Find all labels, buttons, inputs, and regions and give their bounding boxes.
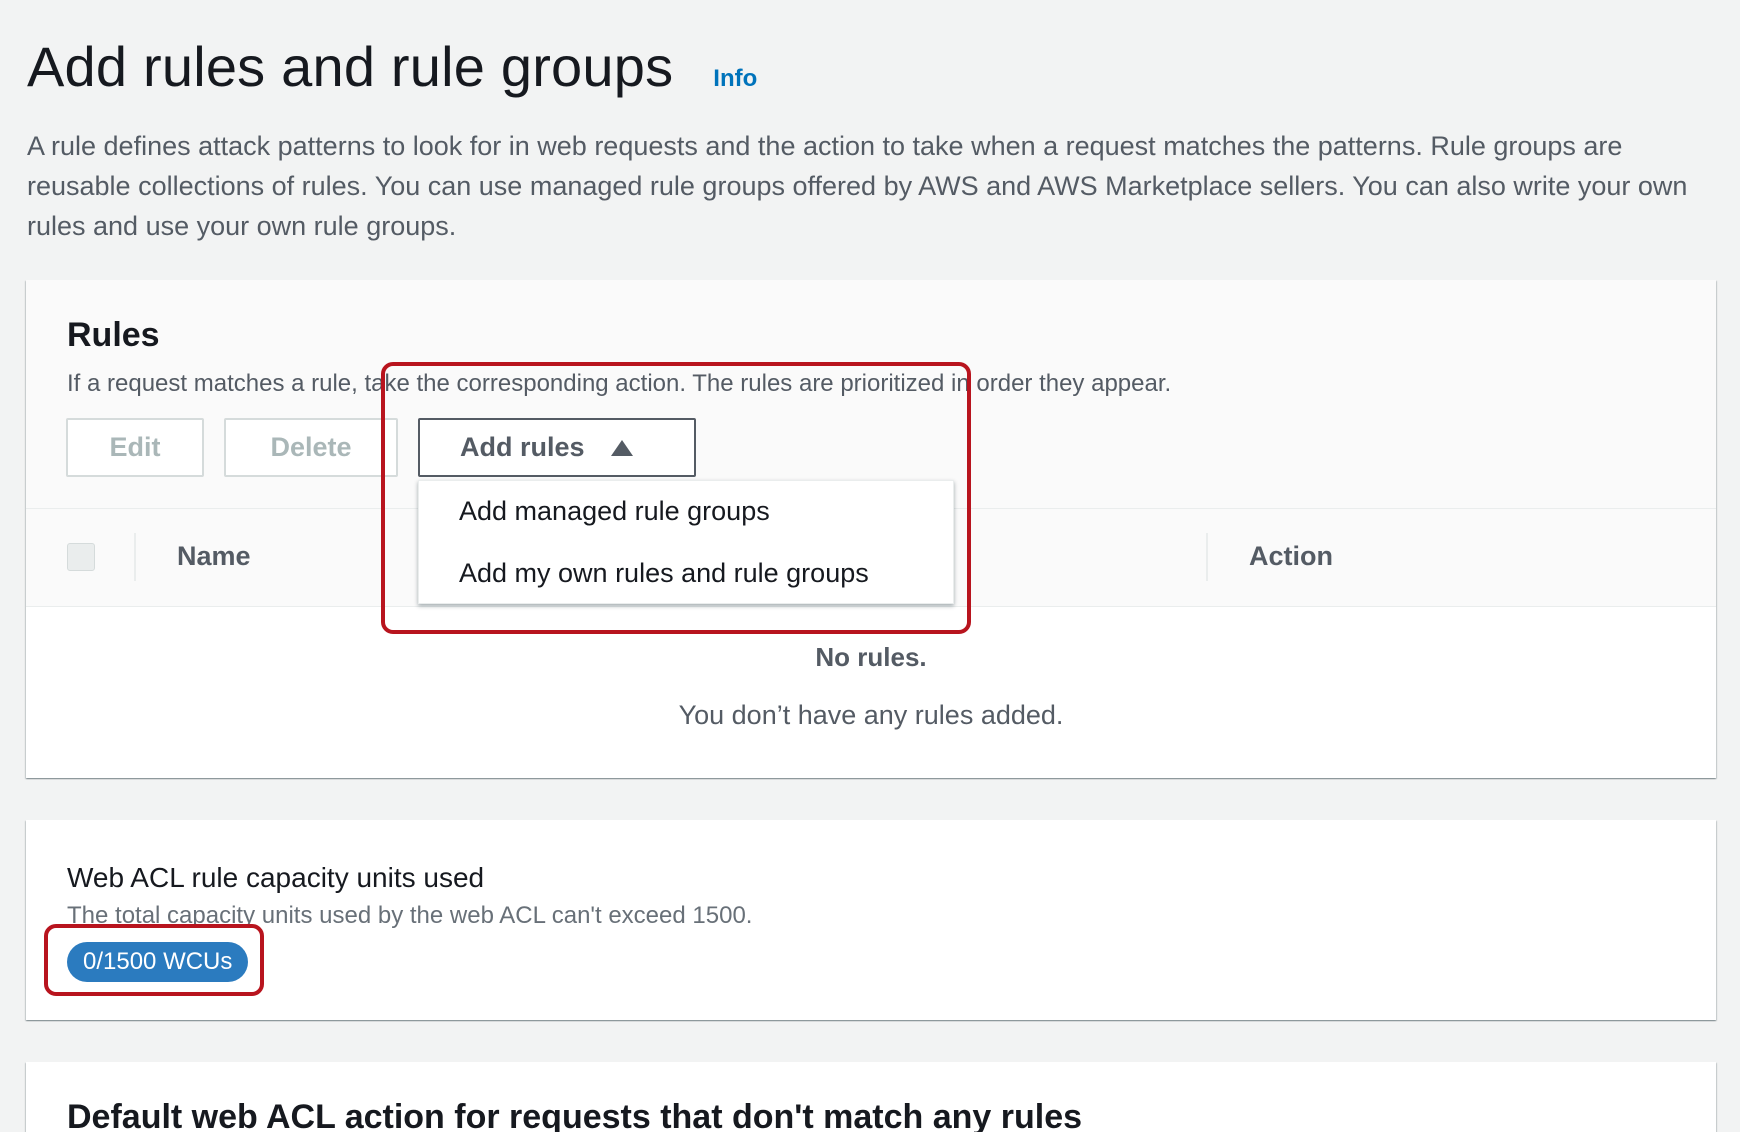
capacity-panel: Web ACL rule capacity units used The tot… [26, 820, 1716, 1020]
delete-button[interactable]: Delete [224, 418, 398, 477]
page-header: Add rules and rule groups Info [27, 34, 757, 99]
add-rules-button[interactable]: Add rules [418, 418, 696, 477]
capacity-title: Web ACL rule capacity units used [67, 862, 485, 893]
default-action-title: Default web ACL action for requests that… [67, 1098, 1083, 1132]
caret-up-icon [610, 439, 633, 456]
edit-button[interactable]: Edit [66, 418, 204, 477]
capacity-description: The total capacity units used by the web… [67, 902, 753, 929]
column-header-action[interactable]: Action [1249, 541, 1333, 572]
info-link[interactable]: Info [713, 65, 757, 93]
page-description: A rule defines attack patterns to look f… [27, 131, 1688, 241]
rules-panel-header: Rules If a request matches a rule, take … [26, 280, 1716, 604]
column-header-name[interactable]: Name [177, 541, 251, 572]
empty-state-description: You don’t have any rules added. [678, 700, 1064, 730]
add-rules-label: Add rules [460, 432, 585, 462]
add-rules-menu: Add managed rule groups Add my own rules… [418, 480, 954, 604]
column-divider [1206, 533, 1208, 581]
rules-panel: Rules If a request matches a rule, take … [26, 280, 1716, 778]
default-action-panel: Default web ACL action for requests that… [26, 1062, 1716, 1132]
select-all-checkbox[interactable] [67, 543, 95, 571]
page-title: Add rules and rule groups [27, 35, 674, 98]
wcu-badge: 0/1500 WCUs [67, 942, 249, 982]
column-divider [134, 533, 136, 581]
rules-description: If a request matches a rule, take the co… [67, 370, 1172, 397]
menu-item-add-own-rules[interactable]: Add my own rules and rule groups [459, 558, 869, 589]
rules-title: Rules [67, 316, 160, 354]
empty-state-title: No rules. [815, 642, 927, 672]
menu-item-add-managed-rule-groups[interactable]: Add managed rule groups [459, 496, 770, 527]
